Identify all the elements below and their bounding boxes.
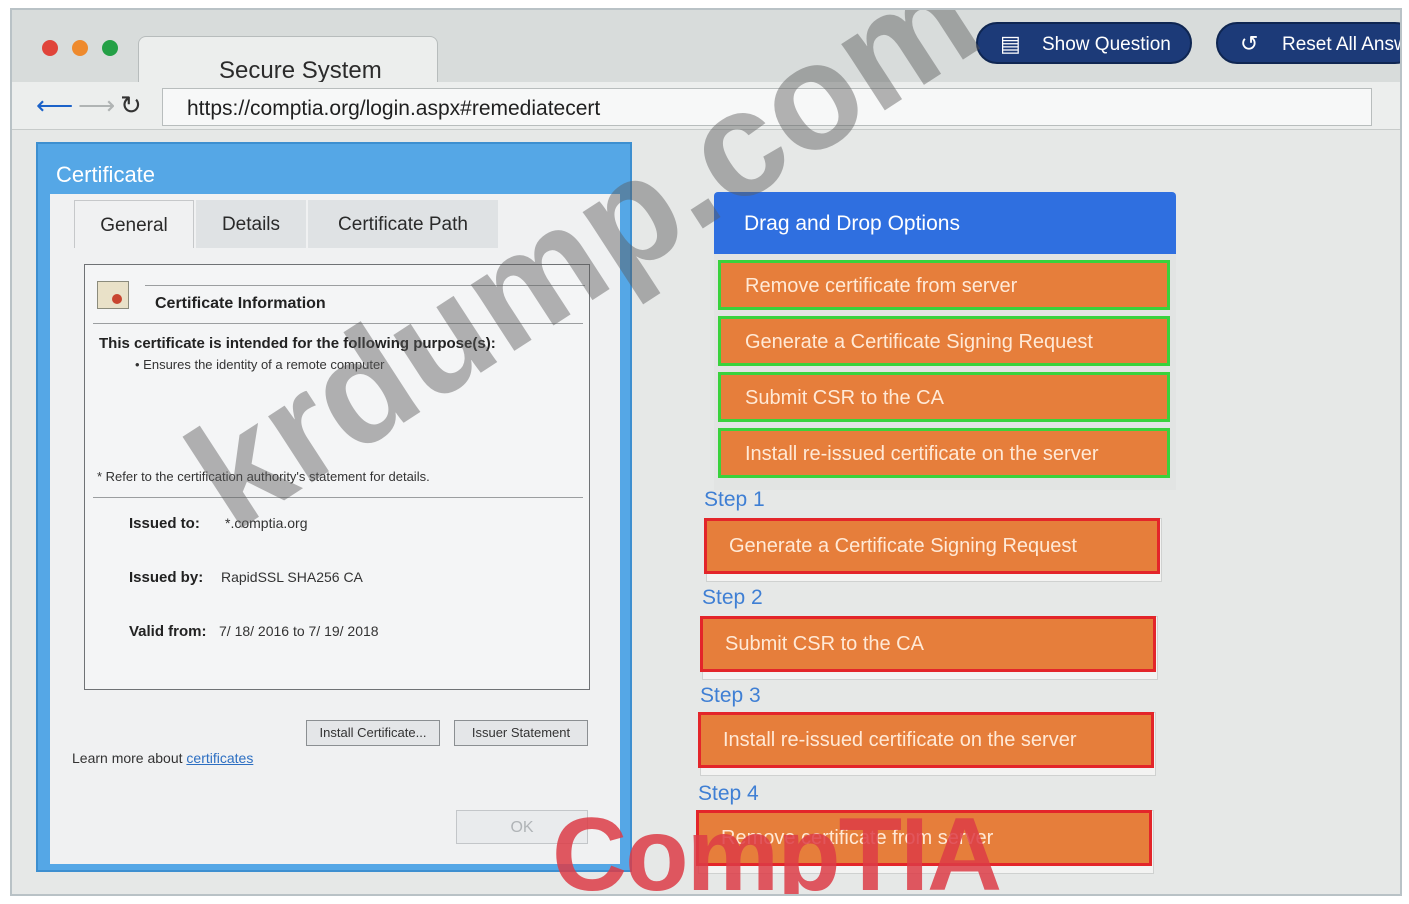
step-1-slot[interactable]: Generate a Certificate Signing Request [704, 518, 1160, 574]
reset-icon: ↺ [1240, 31, 1259, 56]
issued-to-label: Issued to: [129, 515, 200, 532]
learn-more-text: Learn more about certificates [72, 750, 253, 766]
step-1-label: Step 1 [704, 488, 765, 511]
show-question-label: Show Question [1042, 34, 1171, 55]
reset-all-label: Reset All Answ [1282, 34, 1402, 55]
option-submit-csr[interactable]: Submit CSR to the CA [718, 372, 1170, 422]
maximize-window-button[interactable] [102, 40, 118, 56]
certificate-info-heading: Certificate Information [155, 295, 326, 312]
back-arrow-icon[interactable]: ⟵ [36, 90, 73, 120]
step-3-slot[interactable]: Install re-issued certificate on the ser… [698, 712, 1154, 768]
learn-more-link[interactable]: certificates [186, 750, 253, 766]
issued-by-value: RapidSSL SHA256 CA [221, 569, 363, 585]
close-window-button[interactable] [42, 40, 58, 56]
drag-drop-options-list: Remove certificate from server Generate … [714, 254, 1176, 490]
show-question-button[interactable]: ▤ Show Question [976, 22, 1192, 64]
browser-tab-title: Secure System [219, 57, 382, 84]
tab-general[interactable]: General [74, 200, 194, 248]
install-certificate-button[interactable]: Install Certificate... [306, 720, 440, 746]
reload-icon[interactable]: ↻ [120, 90, 142, 120]
minimize-window-button[interactable] [72, 40, 88, 56]
learn-more-prefix: Learn more about [72, 750, 187, 766]
step-3-label: Step 3 [700, 684, 761, 707]
valid-from-value: 7/ 18/ 2016 to 7/ 19/ 2018 [219, 623, 379, 639]
step-2-label: Step 2 [702, 586, 763, 609]
screen: Secure System ▤ Show Question ↺ Reset Al… [10, 8, 1402, 896]
forward-arrow-icon[interactable]: ⟶ [78, 90, 115, 120]
reset-all-answers-button[interactable]: ↺ Reset All Answ [1216, 22, 1402, 64]
step-2-slot[interactable]: Submit CSR to the CA [700, 616, 1156, 672]
comptia-logo-watermark: CompTIA [552, 797, 1002, 896]
url-text: https://comptia.org/login.aspx#remediate… [187, 97, 601, 120]
issued-by-label: Issued by: [129, 569, 204, 586]
option-install-certificate[interactable]: Install re-issued certificate on the ser… [718, 428, 1170, 478]
tab-details[interactable]: Details [196, 200, 306, 248]
valid-from-label: Valid from: [129, 623, 207, 640]
issuer-statement-button[interactable]: Issuer Statement [454, 720, 588, 746]
option-remove-certificate[interactable]: Remove certificate from server [718, 260, 1170, 310]
document-icon: ▤ [1000, 31, 1021, 56]
certificate-icon [97, 281, 129, 309]
option-generate-csr[interactable]: Generate a Certificate Signing Request [718, 316, 1170, 366]
certificate-dialog-title: Certificate [56, 162, 156, 187]
